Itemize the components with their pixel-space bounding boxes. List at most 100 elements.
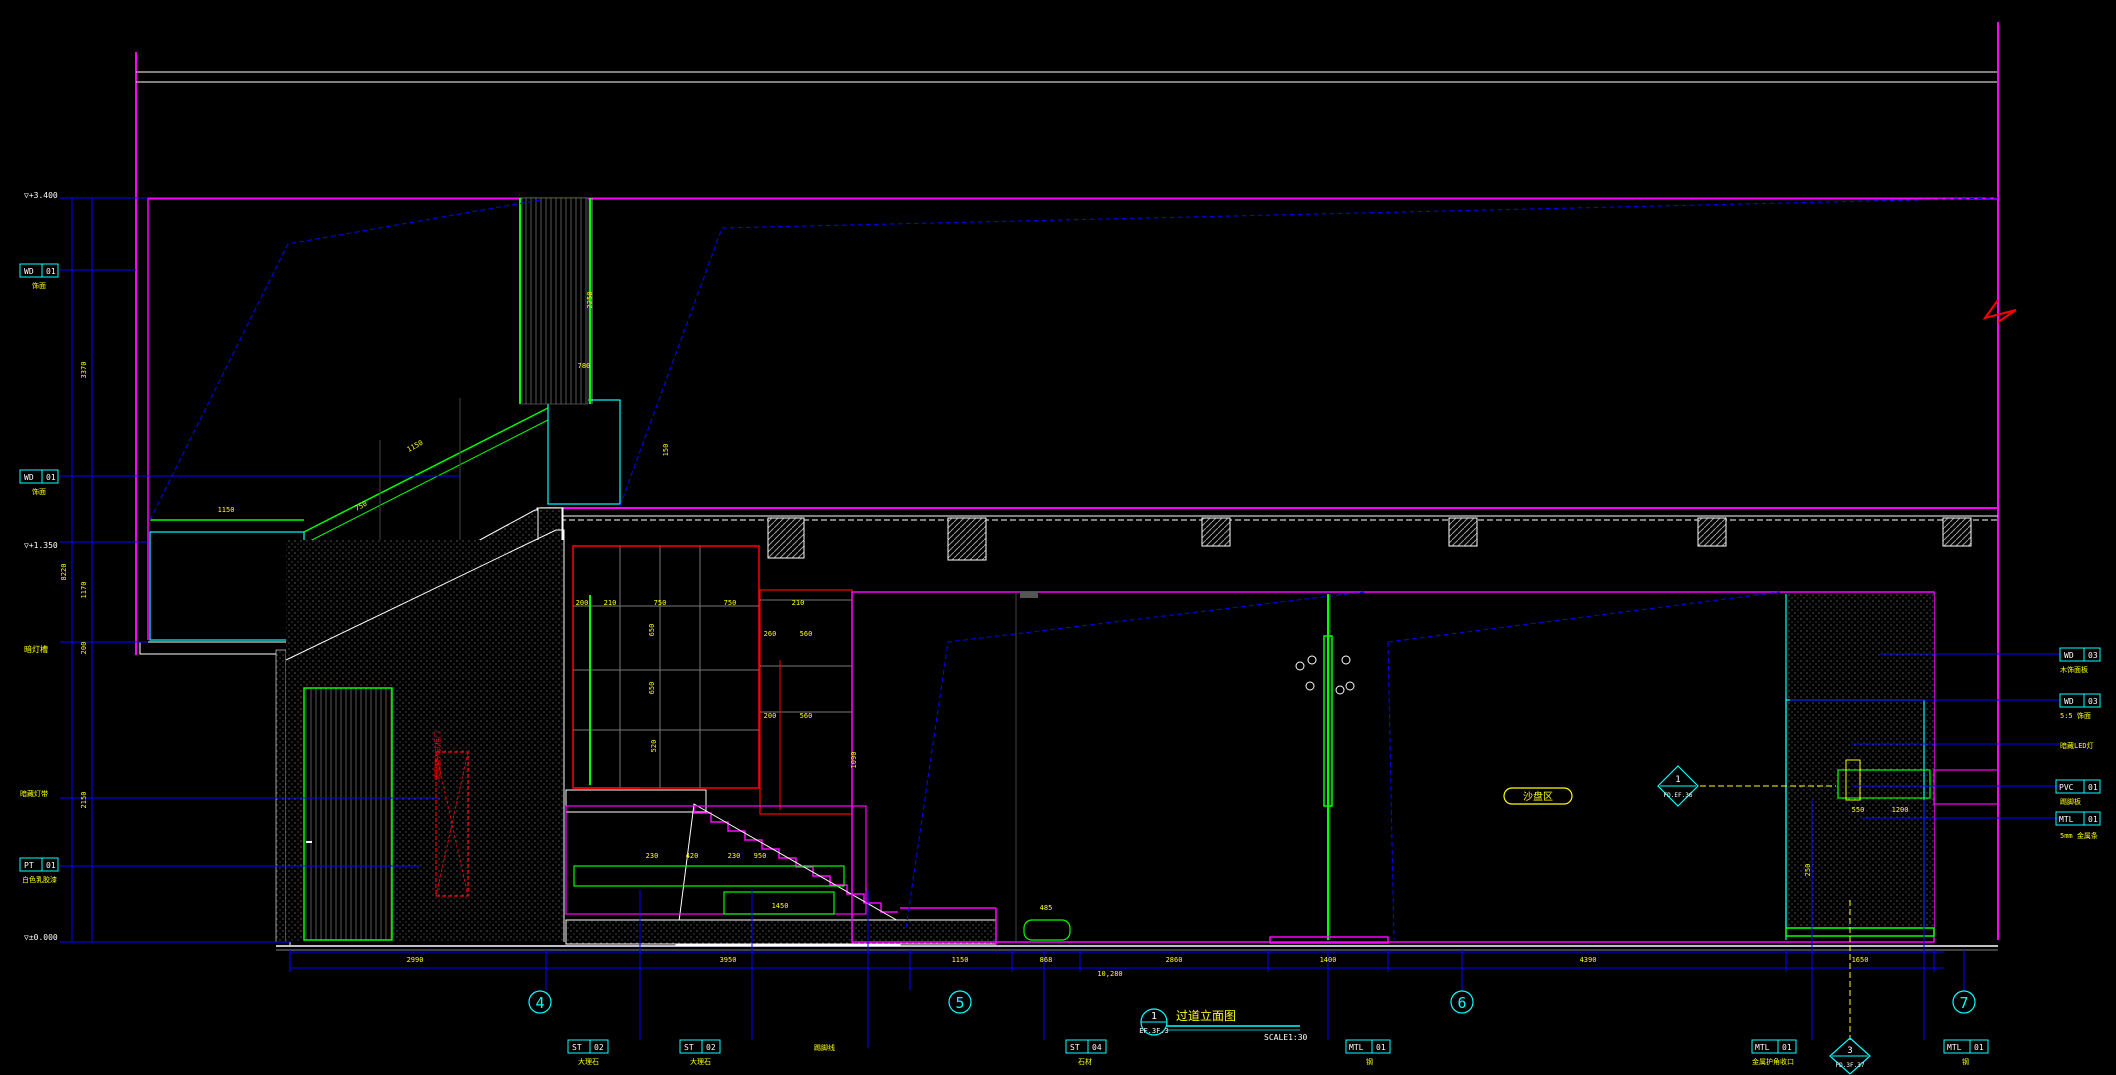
dim-misc-26: 550 <box>1852 806 1865 814</box>
left-tag-1-code: WD <box>24 267 34 276</box>
dim-misc-14: 1090 <box>850 752 858 769</box>
dim-misc-4: 750 <box>354 500 369 513</box>
bottom-tag-7-code: MTL <box>1947 1043 1962 1052</box>
title-ref: EF.3F.3 <box>1139 1027 1169 1035</box>
left-tag-3-num: 01 <box>46 861 56 870</box>
bottom-tag-6-sub: 金属护角收口 <box>1752 1057 1794 1066</box>
grid-label-5: 5 <box>955 994 964 1012</box>
dim-misc-6: 150 <box>662 444 670 457</box>
dim-bottom-0: 2990 <box>407 956 424 964</box>
dim-misc-24: 1450 <box>772 902 789 910</box>
bottom-tag-2-sub: 大理石 <box>690 1057 711 1066</box>
dim-misc-22: 230 <box>728 852 741 860</box>
left-tag-2: WD 01 饰面 <box>19 469 59 496</box>
dim-misc-9: 750 <box>654 599 667 607</box>
bottom-tag-7-num: 01 <box>1974 1043 1984 1052</box>
bottom-tag-2: ST 02 大理石 <box>679 1039 721 1066</box>
section-mark-ref: FD.EF.36 <box>1664 792 1693 799</box>
left-tag-1: WD 01 饰面 <box>19 263 59 290</box>
bottom-tag-6-num: 01 <box>1782 1043 1792 1052</box>
right-tags: WD 03 木饰面板 WD 03 5:5 饰面 暗藏LED灯 PVC 01 踢脚… <box>2055 647 2101 840</box>
dim-misc-12: 260 <box>764 630 777 638</box>
bottom-tag-5: MTL 01 钢 <box>1345 1039 1391 1066</box>
dim-misc-19: 650 <box>648 682 656 695</box>
dim-misc-16: 200 <box>764 712 777 720</box>
dim-bottom-3: 868 <box>1040 956 1053 964</box>
dim-left-0: 3370 <box>80 362 88 379</box>
bottom-tag-2-num: 02 <box>706 1043 716 1052</box>
left-tag-1-sub: 饰面 <box>32 281 46 290</box>
bottom-tag-1-num: 02 <box>594 1043 604 1052</box>
right-tag-4-code: PVC <box>2059 783 2074 792</box>
dim-misc-5: 485 <box>1040 904 1053 912</box>
right-tag-3: 暗藏LED灯 <box>2060 741 2094 750</box>
left-tag-2-sub: 饰面 <box>32 487 46 496</box>
dim-misc-1: 1150 <box>406 439 425 454</box>
bottom-tag-4-num: 04 <box>1092 1043 1102 1052</box>
coat-rack <box>1269 594 1389 944</box>
bottom-tag-3-sub: 踢脚线 <box>814 1043 835 1052</box>
right-tag-2: WD 03 5:5 饰面 <box>2059 693 2101 720</box>
bottom-tag-6-code: MTL <box>1755 1043 1770 1052</box>
level-floor: ▽±0.000 <box>24 933 58 942</box>
dim-bottom-7: 1650 <box>1852 956 1869 964</box>
dim-left-4: 2150 <box>80 792 88 809</box>
title-scale: SCALE1:30 <box>1264 1033 1308 1042</box>
left-tag-3: PT 01 白色乳胶漆 <box>19 857 59 884</box>
dim-bottom-8: 10,280 <box>1097 970 1122 978</box>
dim-bottom-4: 2860 <box>1166 956 1183 964</box>
main-wall-panel <box>851 591 1935 943</box>
bottom-tag-5-code: MTL <box>1349 1043 1364 1052</box>
right-tag-1-num: 03 <box>2088 651 2098 660</box>
right-tag-4-sub: 踢脚板 <box>2060 797 2081 806</box>
dim-misc-11: 210 <box>792 599 805 607</box>
dim-misc-10: 750 <box>724 599 737 607</box>
left-note-2: 墙面嵌入式柜门 <box>433 731 442 780</box>
level-markers: ▽+3.400 ▽+1.350 暗灯槽 ▽±0.000 <box>24 191 58 942</box>
right-niche <box>1700 594 1999 940</box>
dim-bottom-1: 3950 <box>720 956 737 964</box>
right-tag-1-sub: 木饰面板 <box>2060 665 2088 674</box>
dim-misc-18: 650 <box>648 624 656 637</box>
title-text: 过道立面图 <box>1176 1008 1236 1023</box>
left-tag-2-code: WD <box>24 473 34 482</box>
cad-elevation-drawing: 2990 3950 1150 868 2860 1400 4390 1650 1… <box>19 22 2101 1075</box>
perspective-lines <box>149 197 1999 521</box>
right-tag-5: MTL 01 5mm 金属条 <box>2055 811 2101 840</box>
grid-bubble-7: 7 <box>1952 990 1976 1014</box>
dim-misc-15: 560 <box>800 712 813 720</box>
dim-misc-13: 560 <box>800 630 813 638</box>
left-tag-3-code: PT <box>24 861 34 870</box>
bottom-tag-1-sub: 大理石 <box>578 1057 599 1066</box>
grid-bubble-5: 5 <box>948 990 972 1014</box>
right-tag-4-num: 01 <box>2088 783 2098 792</box>
bottom-tag-2-code: ST <box>684 1043 694 1052</box>
left-tag-3-sub: 白色乳胶漆 <box>22 875 57 884</box>
dim-bottom-5: 1400 <box>1320 956 1337 964</box>
section-mark: 1 FD.EF.36 <box>1657 765 1780 807</box>
dim-left-1: 8220 <box>60 564 68 581</box>
bottom-tag-1-code: ST <box>572 1043 582 1052</box>
dim-misc-25: 250 <box>1804 864 1812 877</box>
level-top: ▽+3.400 <box>24 191 58 200</box>
right-tag-1: WD 03 木饰面板 <box>2059 647 2101 674</box>
grid-bubbles: 4 5 6 7 <box>528 968 1976 1014</box>
bottom-tag-1: ST 02 大理石 <box>567 1039 609 1066</box>
bottom-tag-7-sub: 钢 <box>1962 1057 1969 1066</box>
bottom-section-number: 3 <box>1847 1046 1852 1056</box>
dim-misc-2: 780 <box>578 362 591 370</box>
grid-label-7: 7 <box>1959 994 1968 1012</box>
upper-slab <box>536 507 1998 561</box>
cabinet-shelves <box>572 545 853 815</box>
sandtable-label: 沙盘区 <box>1503 787 1573 805</box>
section-mark-number: 1 <box>1675 775 1680 785</box>
grid-label-4: 4 <box>535 994 544 1012</box>
bottom-tag-4-code: ST <box>1070 1043 1080 1052</box>
bottom-tag-6: MTL 01 金属护角收口 <box>1751 1039 1797 1066</box>
right-tag-5-sub: 5mm 金属条 <box>2060 831 2098 840</box>
right-tag-1-code: WD <box>2064 651 2074 660</box>
dim-misc-17: 520 <box>650 740 658 753</box>
dim-left-2: 1170 <box>80 582 88 599</box>
left-note-1: 暗藏灯带 <box>20 789 48 798</box>
bottom-tag-3: 踢脚线 <box>814 1043 835 1052</box>
